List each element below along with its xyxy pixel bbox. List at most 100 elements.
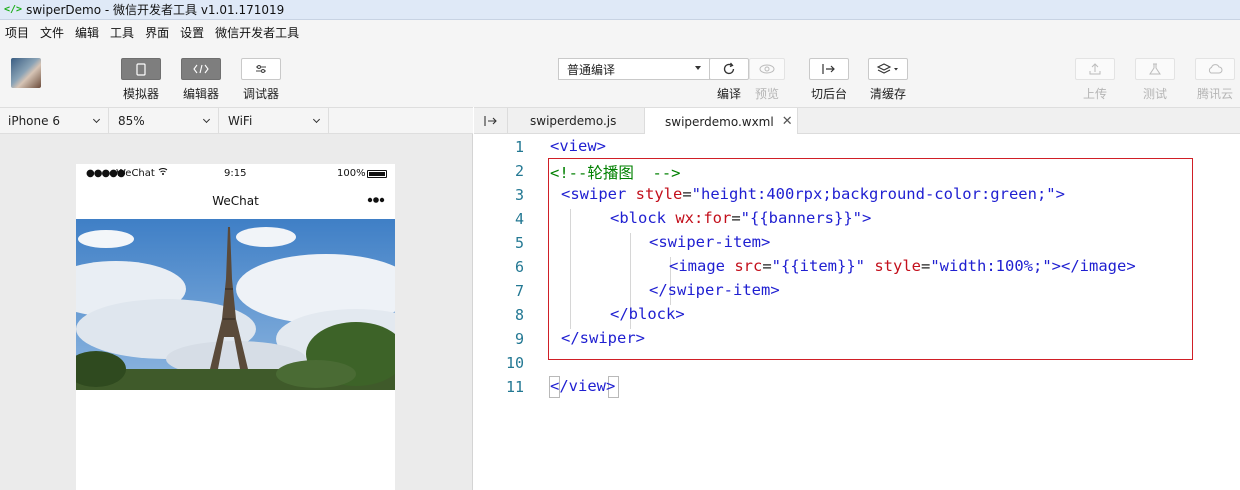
code-line-4: <block wx:for="{{banners}}"> [610, 209, 871, 227]
close-icon[interactable]: ✕ [782, 114, 793, 129]
refresh-icon [723, 62, 735, 75]
simulator-panel: ●●●●● WeChat 9:15 100% WeChat [0, 134, 473, 490]
phone-icon [136, 62, 146, 76]
code-token: <view> [550, 137, 606, 155]
line-number: 7 [514, 282, 524, 300]
avatar[interactable] [11, 58, 41, 88]
code-line-1: <view> [550, 137, 606, 155]
cloud-icon [1208, 64, 1223, 74]
network-select[interactable]: WiFi [220, 108, 329, 133]
toggle-sidebar-button[interactable] [474, 108, 508, 133]
code-token: </view> [550, 377, 616, 395]
line-number: 11 [505, 378, 524, 396]
nav-bar: WeChat [76, 184, 395, 219]
device-model-select[interactable]: iPhone 6 [0, 108, 109, 133]
code-token: </swiper-item> [649, 281, 780, 299]
code-line-2: <!--轮播图 --> [550, 161, 681, 183]
editor-button[interactable] [181, 58, 221, 80]
chevron-down-icon [202, 115, 211, 124]
preview-button[interactable] [749, 58, 785, 80]
code-attr: wx:for [666, 209, 732, 227]
code-value: "width:100%;" [930, 257, 1052, 275]
menu-file[interactable]: 文件 [40, 24, 64, 41]
code-line-5: <swiper-item> [649, 233, 770, 251]
clear-cache-label: 清缓存 [869, 87, 906, 101]
more-dots-icon[interactable] [367, 197, 385, 203]
line-number: 1 [514, 138, 524, 156]
code-token: <swiper [561, 185, 627, 203]
line-number: 2 [514, 162, 524, 180]
upload-icon [1089, 63, 1101, 75]
compile-button[interactable] [709, 58, 749, 80]
line-number: 4 [514, 210, 524, 228]
zoom-select[interactable]: 85% [110, 108, 219, 133]
tab-swiperdemo-js[interactable]: swiperdemo.js [508, 108, 645, 134]
editor-label: 编辑器 [182, 87, 219, 101]
menu-tools[interactable]: 工具 [110, 24, 134, 41]
code-line-8: </block> [610, 305, 685, 323]
line-number: 8 [514, 306, 524, 324]
debugger-label: 调试器 [242, 87, 279, 101]
device-bar: iPhone 6 85% WiFi [0, 107, 473, 134]
code-value: "{{item}}" [771, 257, 865, 275]
editor-tab-bar: swiperdemo.js swiperdemo.wxml ✕ [474, 107, 1240, 135]
tencent-cloud-button[interactable] [1195, 58, 1235, 80]
code-attr: style [626, 185, 683, 203]
status-bar: ●●●●● WeChat 9:15 100% [76, 164, 395, 184]
code-token: = [762, 257, 772, 275]
switch-out-icon [822, 64, 835, 74]
background-button[interactable] [809, 58, 849, 80]
line-number: 9 [514, 330, 524, 348]
upload-label: 上传 [1082, 87, 1107, 101]
menu-bar: 项目 文件 编辑 工具 界面 设置 微信开发者工具 [0, 20, 1240, 44]
compile-mode-select[interactable]: 普通编译 [558, 58, 710, 80]
code-attr: src [725, 257, 763, 275]
flask-icon [1149, 63, 1161, 75]
device-model-value: iPhone 6 [8, 113, 60, 128]
tab-swiperdemo-wxml[interactable]: swiperdemo.wxml ✕ [645, 108, 798, 135]
app-logo-icon: </> [4, 4, 23, 15]
code-line-11: </view> [550, 377, 615, 395]
code-token: </swiper> [561, 329, 645, 347]
line-number: 10 [505, 354, 524, 372]
title-bar: </> swiperDemo - 微信开发者工具 v1.01.171019 [0, 0, 1240, 20]
code-token: > [1055, 185, 1065, 203]
menu-project[interactable]: 项目 [5, 24, 29, 41]
phone-screen: ●●●●● WeChat 9:15 100% WeChat [76, 164, 395, 490]
tab-label: swiperdemo.wxml [665, 114, 774, 129]
code-comment: <!--轮播图 --> [550, 164, 681, 182]
eye-icon [759, 64, 775, 74]
zoom-value: 85% [118, 113, 145, 128]
toolbar: 模拟器 编辑器 调试器 普通编译 编译 预览 切后台 清缓存 上传 测试 腾讯云 [0, 44, 1240, 107]
code-editor[interactable]: 1 2 3 4 5 6 7 8 9 10 11 <view> <!--轮播图 -… [474, 134, 1240, 490]
code-token: > [862, 209, 872, 227]
line-number-gutter: 1 2 3 4 5 6 7 8 9 10 11 [474, 134, 536, 490]
dropdown-arrow-icon [695, 66, 701, 70]
code-token: <image [669, 257, 725, 275]
sliders-icon [256, 65, 266, 73]
line-number: 3 [514, 186, 524, 204]
preview-label: 预览 [754, 87, 779, 101]
chevron-down-icon [92, 115, 101, 124]
code-value: "{{banners}}" [740, 209, 862, 227]
menu-edit[interactable]: 编辑 [75, 24, 99, 41]
status-time: 9:15 [224, 168, 247, 179]
code-token: <swiper-item> [649, 233, 771, 251]
test-button[interactable] [1135, 58, 1175, 80]
code-line-7: </swiper-item> [649, 281, 780, 299]
upload-button[interactable] [1075, 58, 1115, 80]
code-token: <block [610, 209, 666, 227]
tencent-cloud-label: 腾讯云 [1196, 87, 1233, 101]
carrier-label: WeChat [116, 168, 155, 179]
line-number: 6 [514, 258, 524, 276]
code-value: "height:400rpx;background-color:green;" [691, 185, 1056, 203]
simulator-button[interactable] [121, 58, 161, 80]
tab-label: swiperdemo.js [530, 114, 617, 128]
menu-settings[interactable]: 设置 [180, 24, 204, 41]
swiper-banner-image[interactable] [76, 219, 395, 390]
compile-mode-value: 普通编译 [567, 62, 616, 77]
menu-interface[interactable]: 界面 [145, 24, 169, 41]
menu-wechat-devtools[interactable]: 微信开发者工具 [215, 24, 299, 41]
debugger-button[interactable] [241, 58, 281, 80]
clear-cache-button[interactable] [868, 58, 908, 80]
